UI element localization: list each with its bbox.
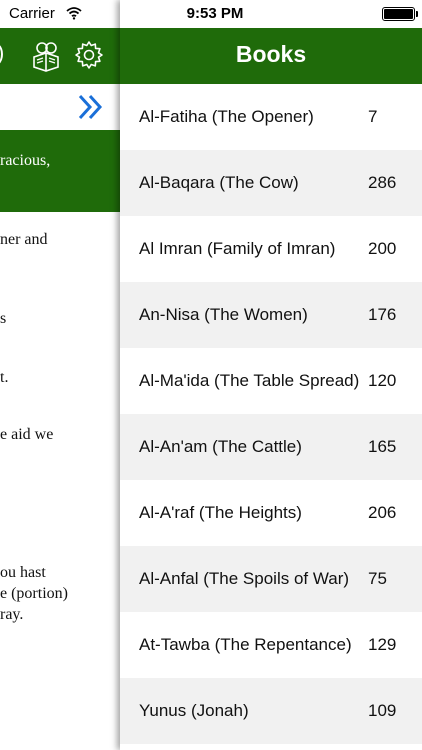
verse-count: 176 [368, 305, 397, 324]
book-row[interactable]: At-Tawba (The Repentance) 129 [120, 612, 422, 678]
book-row[interactable]: Yunus (Jonah) 109 [120, 678, 422, 744]
book-name: Al-A'raf (The Heights) [139, 503, 302, 522]
book-name: Al-Baqara (The Cow) [139, 173, 299, 192]
book-name: Al Imran (Family of Imran) [139, 239, 336, 258]
verse-text: e (portion) [0, 585, 68, 602]
verse-text: s [0, 310, 7, 327]
carrier-label: Carrier [9, 5, 55, 22]
book-row[interactable]: Al-Anfal (The Spoils of War) 75 [120, 546, 422, 612]
verse-count: 120 [368, 371, 397, 390]
book-name: Al-Fatiha (The Opener) [139, 107, 314, 126]
verse-text: e aid we [0, 426, 54, 443]
wifi-icon [66, 7, 82, 20]
reader-header: ) [0, 28, 122, 84]
verse-count: 200 [368, 239, 397, 258]
status-bar-left: Carrier [0, 0, 122, 28]
book-name: Al-An'am (The Cattle) [139, 437, 302, 456]
book-row[interactable]: Al-Fatiha (The Opener) 7 [120, 84, 422, 150]
verse-text: t. [0, 369, 9, 386]
double-chevron-right-icon[interactable] [77, 94, 105, 120]
verse-text: ou hast [0, 564, 46, 581]
books-list: Al-Fatiha (The Opener) 7 Al-Baqara (The … [120, 84, 422, 744]
book-row[interactable]: Al-Ma'ida (The Table Spread) 120 [120, 348, 422, 414]
verse-count: 286 [368, 173, 397, 192]
gear-icon[interactable] [74, 40, 104, 70]
verse-count: 109 [368, 701, 397, 720]
page-title: Books [235, 41, 307, 67]
status-bar-right: 9:53 PM [120, 0, 422, 28]
book-name: Al-Ma'ida (The Table Spread) [139, 371, 360, 390]
battery-icon [382, 7, 418, 21]
verse-text: racious, [0, 152, 51, 169]
verse-count: 7 [368, 107, 378, 126]
verse-text: ray. [0, 606, 24, 623]
highlighted-verse[interactable] [0, 130, 122, 212]
reader-header-title-partial: ) [0, 40, 4, 66]
book-name: Al-Anfal (The Spoils of War) [139, 569, 350, 588]
reader-view: Carrier ) racious, ner and s t. e [0, 0, 122, 750]
books-panel: 9:53 PM Books Al-Fatiha (The Opener) 7 A… [120, 0, 422, 750]
verse-count: 75 [368, 569, 387, 588]
clock: 9:53 PM [186, 5, 244, 22]
book-row[interactable]: Al Imran (Family of Imran) 200 [120, 216, 422, 282]
book-row[interactable]: Al-Baqara (The Cow) 286 [120, 150, 422, 216]
book-icon[interactable] [30, 40, 62, 72]
books-header: Books [120, 28, 422, 84]
book-name: At-Tawba (The Repentance) [139, 635, 352, 654]
book-row[interactable]: Al-An'am (The Cattle) 165 [120, 414, 422, 480]
reader-nav-row [0, 84, 122, 130]
verse-count: 165 [368, 437, 397, 456]
verse-count: 206 [368, 503, 397, 522]
verse-text: ner and [0, 231, 48, 248]
book-name: An-Nisa (The Women) [139, 305, 308, 324]
book-row[interactable]: An-Nisa (The Women) 176 [120, 282, 422, 348]
verse-count: 129 [368, 635, 397, 654]
book-name: Yunus (Jonah) [139, 701, 249, 720]
book-row[interactable]: Al-A'raf (The Heights) 206 [120, 480, 422, 546]
